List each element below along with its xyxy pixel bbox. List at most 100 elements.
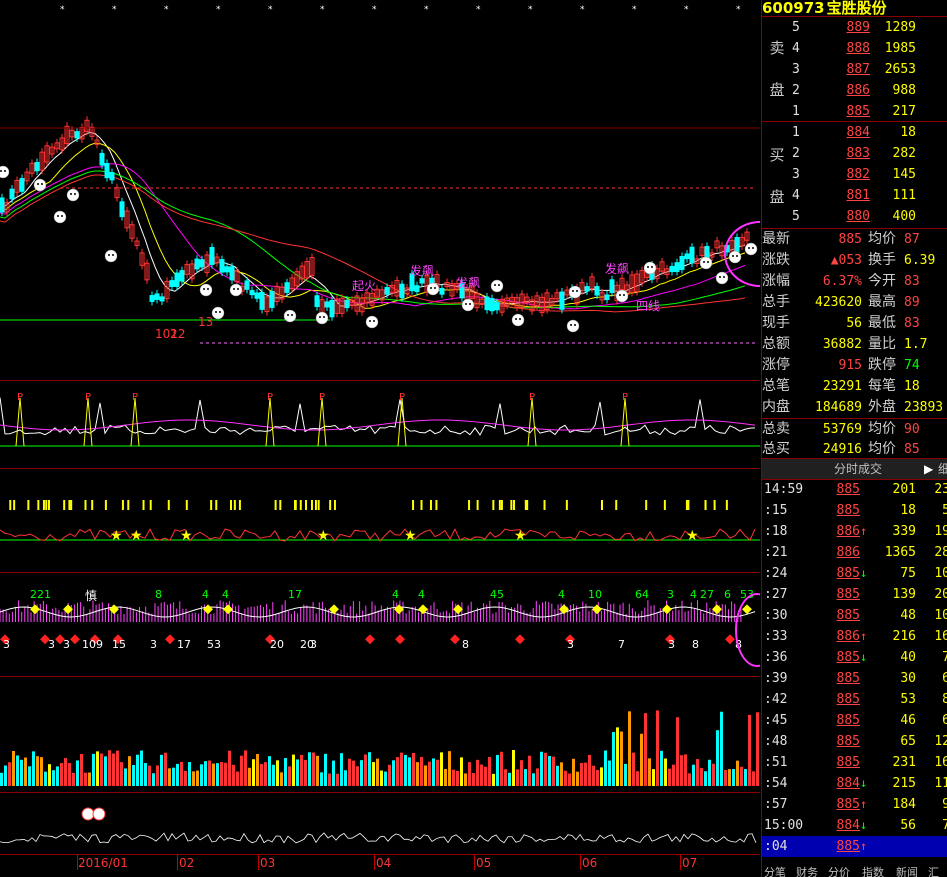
tick-row[interactable]: :27 885 139 20 (762, 584, 947, 605)
order-price: 885 (846, 104, 870, 119)
chart-number: 3 (150, 638, 157, 651)
tick-row[interactable]: :33 886↑ 216 16 (762, 626, 947, 647)
tick-row[interactable]: :04 885 ↑ (762, 836, 947, 857)
volume-bar (688, 773, 691, 786)
tick-row[interactable]: :45 885 46 6 (762, 710, 947, 731)
chart-annotation: 发飙 (605, 261, 629, 276)
volume-bar (596, 769, 599, 786)
sell-order-row[interactable]: 3 887 2653 (792, 59, 947, 80)
volume-bar (320, 772, 323, 786)
volume-bar (624, 763, 627, 786)
tick-row[interactable]: :42 885 53 8 (762, 689, 947, 710)
chart-mark: * (476, 5, 481, 15)
candle-body (384, 287, 390, 295)
tick-volume: 216 (892, 629, 916, 644)
smiley-icon (519, 318, 521, 320)
tick-row[interactable]: :54 884↓ 215 11 (762, 773, 947, 794)
tick-count: 8 (920, 689, 947, 710)
tick-price: 885 (836, 650, 860, 665)
volume-bar (484, 766, 487, 786)
tick-row[interactable]: 15:00 884↓ 56 7 (762, 815, 947, 836)
candle-body (219, 259, 225, 273)
tab-finance[interactable]: 财务 (796, 864, 818, 877)
chart-annotation: 发飙 (456, 275, 480, 290)
volume-bar (132, 765, 135, 786)
candle-body (0, 197, 5, 213)
buy-order-row[interactable]: 2 883 282 (792, 143, 947, 164)
volume-bar (632, 752, 635, 786)
volume-bar (496, 754, 499, 786)
diamond-marker (365, 634, 375, 645)
tick-row[interactable]: :57 885↑ 184 9 (762, 794, 947, 815)
month-label: 02 (179, 856, 195, 870)
tab-index[interactable]: 指数 (862, 864, 884, 877)
volume-bar (24, 757, 27, 786)
tick-row[interactable]: :39 885 30 6 (762, 668, 947, 689)
volume-bar (256, 754, 259, 786)
chart-mark: * (684, 5, 689, 15)
tick-row[interactable]: :21 886 1365 28 (762, 542, 947, 563)
volume-bar (348, 758, 351, 786)
sell-order-row[interactable]: 2 886 988 (792, 80, 947, 101)
spike-mark (15, 397, 25, 447)
volume-bar (476, 759, 479, 786)
tick-volume: 75 (900, 566, 916, 581)
buy-order-row[interactable]: 4 881 111 (792, 185, 947, 206)
tick-row[interactable]: 14:59 885 201 23 (762, 479, 947, 500)
volume-bar (8, 762, 11, 786)
tick-row[interactable]: :51 885 231 16 (762, 752, 947, 773)
quote-row: 总笔 23291 每笔 18 (762, 378, 920, 394)
tab-detail[interactable]: 细 (938, 459, 947, 479)
order-price: 883 (846, 146, 870, 161)
sell-order-row[interactable]: 1 885 217 (792, 101, 947, 122)
tick-row[interactable]: :24 885↓ 75 10 (762, 563, 947, 584)
smiley-icon (723, 276, 725, 278)
volume-bar (12, 750, 15, 786)
volume-bar (580, 762, 583, 786)
candle-body (199, 259, 205, 268)
month-divider (680, 854, 681, 870)
order-price: 881 (846, 188, 870, 203)
chart-annotation: 2 (170, 327, 178, 341)
up-arrow-icon: ↑ (860, 524, 868, 538)
candle-body (594, 286, 600, 296)
quote-row: 总额 36882 量比 1.7 (762, 336, 928, 352)
tab-more[interactable]: 汇 (928, 864, 939, 877)
volume-bar (616, 727, 619, 786)
tick-row[interactable]: :48 885 65 12 (762, 731, 947, 752)
smiley-icon (707, 261, 709, 263)
volume-bar (172, 767, 175, 786)
volume-bar (748, 714, 751, 786)
volume-bar (648, 758, 651, 786)
tab-tick-trades[interactable]: 分时成交 (834, 459, 882, 479)
volume-bar (396, 757, 399, 786)
spike-label: P (622, 392, 628, 403)
smiley-icon (61, 215, 63, 217)
smiley-icon (434, 287, 436, 289)
tab-price-distribution[interactable]: 分价 (828, 864, 850, 877)
tick-row[interactable]: :18 886↑ 339 19 (762, 521, 947, 542)
tab-fenbi[interactable]: 分笔 (764, 864, 786, 877)
kline-chart-area[interactable]: * * * * * * * * * * * * * * 发飙 发飙 发飙 起火 四线 1012 2 13 P P P P P P P P ★… (0, 0, 760, 877)
buy-order-row[interactable]: 3 882 145 (792, 164, 947, 185)
volume-bar (740, 766, 743, 786)
kline-chart-svg[interactable]: * * * * * * * * * * * * * *发飙发飙发飙起火四线1012213P P P P P P P P★… (0, 0, 760, 877)
chart-number: 4 (202, 588, 209, 601)
tab-next-arrow[interactable]: ▶ (924, 459, 933, 479)
volume-bar (192, 771, 195, 786)
smiley-icon (490, 279, 504, 293)
tick-row[interactable]: :36 885↓ 40 7 (762, 647, 947, 668)
sell-order-row[interactable]: 4 888 1985 (792, 38, 947, 59)
tab-news[interactable]: 新闻 (896, 864, 918, 877)
smiley-icon (699, 256, 713, 270)
sell-order-row[interactable]: 5 889 1289 (792, 17, 947, 38)
tick-time: :33 (764, 629, 788, 644)
candle-body (99, 152, 105, 166)
candle-body (674, 262, 680, 273)
up-arrow-icon: ↑ (860, 797, 868, 811)
tick-row[interactable]: :15 885 18 5 (762, 500, 947, 521)
buy-order-row[interactable]: 1 884 18 (792, 122, 947, 143)
buy-order-row[interactable]: 5 880 400 (792, 206, 947, 227)
tick-count: 7 (920, 647, 947, 668)
tick-row[interactable]: :30 885 48 10 (762, 605, 947, 626)
